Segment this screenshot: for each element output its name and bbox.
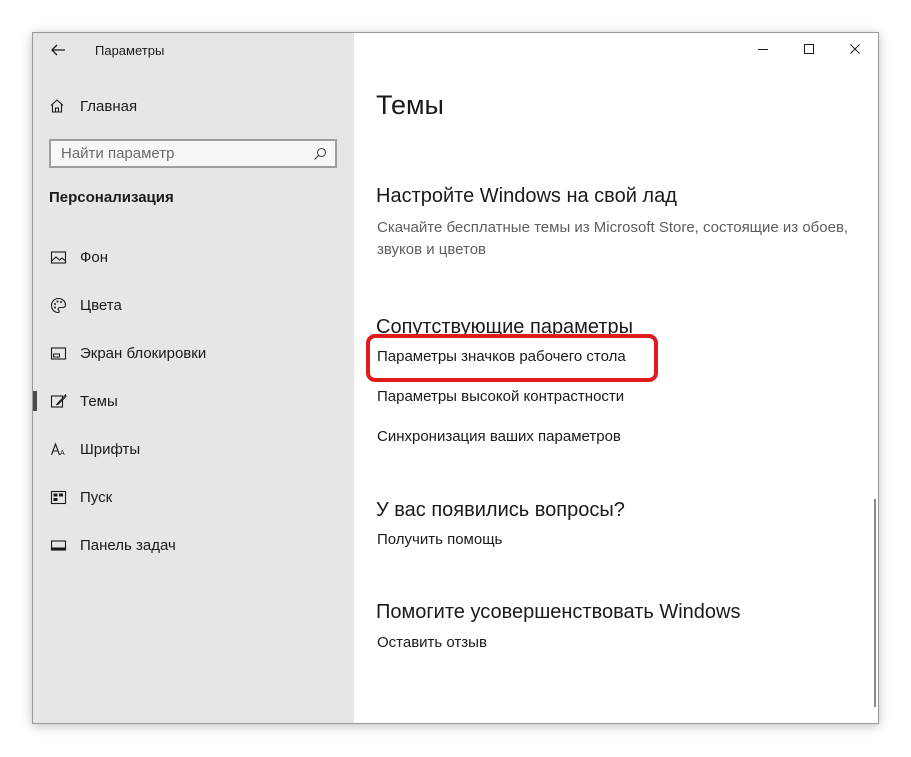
sidebar-item-label: Темы <box>80 392 118 410</box>
image-icon <box>49 248 67 266</box>
sidebar-item-label: Пуск <box>80 488 113 506</box>
sidebar-item-background[interactable]: Фон <box>33 237 354 277</box>
back-arrow-icon[interactable] <box>49 41 67 59</box>
sidebar-item-label: Панель задач <box>80 536 176 554</box>
home-icon <box>50 99 64 113</box>
search-box[interactable] <box>49 139 337 168</box>
close-icon <box>850 44 860 54</box>
questions-heading: У вас появились вопросы? <box>376 499 625 521</box>
minimize-button[interactable] <box>740 33 786 65</box>
font-icon: A <box>49 440 67 458</box>
page-title: Темы <box>376 90 444 120</box>
sidebar-item-label: Цвета <box>80 296 122 314</box>
start-icon <box>49 488 67 506</box>
close-button[interactable] <box>832 33 878 65</box>
maximize-button[interactable] <box>786 33 832 65</box>
sidebar-item-label: Шрифты <box>80 440 141 458</box>
section-title: Персонализация <box>49 189 174 206</box>
customize-heading: Настройте Windows на свой лад <box>376 185 677 207</box>
themes-icon <box>49 392 67 410</box>
high-contrast-settings-link[interactable]: Параметры высокой контрастности <box>377 388 624 405</box>
settings-window: Параметры Главная Персонализация Фон Цве… <box>32 32 879 724</box>
search-input[interactable] <box>51 141 335 166</box>
sidebar-item-label: Фон <box>80 248 109 266</box>
desktop-icon-settings-link[interactable]: Параметры значков рабочего стола <box>377 348 626 365</box>
get-help-link[interactable]: Получить помощь <box>377 531 502 548</box>
sidebar-item-lock-screen[interactable]: Экран блокировки <box>33 333 354 373</box>
home-label: Главная <box>80 97 138 115</box>
window-title: Параметры <box>95 43 165 58</box>
minimize-icon <box>758 49 768 50</box>
sidebar-item-start[interactable]: Пуск <box>33 477 354 517</box>
sidebar-item-taskbar[interactable]: Панель задач <box>33 525 354 565</box>
give-feedback-link[interactable]: Оставить отзыв <box>377 634 487 651</box>
content-area: Темы Настройте Windows на свой лад Скача… <box>354 33 878 723</box>
sidebar-item-label: Экран блокировки <box>80 344 207 362</box>
maximize-icon <box>804 44 814 54</box>
sidebar-item-fonts[interactable]: A Шрифты <box>33 429 354 469</box>
taskbar-icon <box>49 536 67 554</box>
customize-description: Скачайте бесплатные темы из Microsoft St… <box>377 219 849 258</box>
palette-icon <box>49 296 67 314</box>
search-icon[interactable] <box>313 147 327 161</box>
scrollbar[interactable] <box>874 499 876 707</box>
sidebar-item-themes[interactable]: Темы <box>33 381 354 421</box>
home-link[interactable]: Главная <box>49 95 137 117</box>
lock-screen-icon <box>49 344 67 362</box>
improve-windows-heading: Помогите усовершенствовать Windows <box>376 601 741 623</box>
svg-text:A: A <box>60 450 65 457</box>
sidebar: Параметры Главная Персонализация Фон Цве… <box>33 33 354 723</box>
sync-settings-link[interactable]: Синхронизация ваших параметров <box>377 428 621 445</box>
sidebar-item-colors[interactable]: Цвета <box>33 285 354 325</box>
